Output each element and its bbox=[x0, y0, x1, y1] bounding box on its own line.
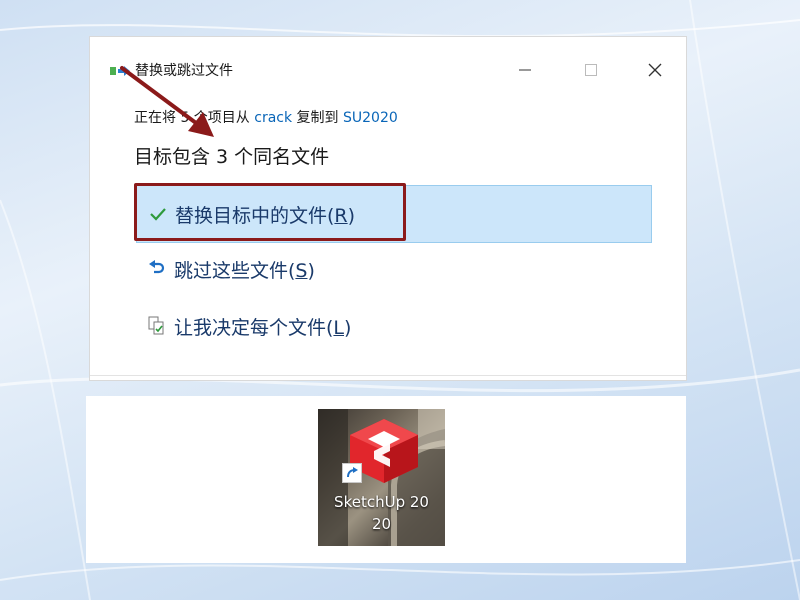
status-prefix: 正在将 5 个项目从 bbox=[134, 110, 255, 126]
replace-or-skip-dialog: 替换或跳过文件 正在将 5 个项目从 crack 复制到 SU2020 目标包含… bbox=[90, 37, 686, 380]
conflict-heading: 目标包含 3 个同名文件 bbox=[134, 146, 330, 168]
close-icon bbox=[648, 63, 662, 77]
dialog-title: 替换或跳过文件 bbox=[135, 63, 233, 79]
checkmark-icon bbox=[147, 203, 169, 225]
close-button[interactable] bbox=[640, 57, 670, 83]
maximize-icon bbox=[585, 64, 597, 76]
decide-each-file-option[interactable]: 让我决定每个文件(L) bbox=[136, 298, 652, 354]
skip-files-label: 跳过这些文件(S) bbox=[174, 259, 315, 282]
maximize-button[interactable] bbox=[576, 57, 606, 83]
title-bar[interactable]: 替换或跳过文件 bbox=[90, 37, 686, 87]
compare-files-icon bbox=[146, 315, 168, 337]
undo-arrow-icon bbox=[146, 258, 168, 280]
minimize-button[interactable] bbox=[510, 57, 540, 83]
caption-line-2: 20 bbox=[371, 515, 392, 533]
file-move-icon bbox=[110, 66, 130, 76]
dialog-bottom-divider bbox=[90, 375, 686, 376]
copy-status: 正在将 5 个项目从 crack 复制到 SU2020 bbox=[134, 107, 398, 127]
sketchup-desktop-shortcut[interactable]: SketchUp 20 20 bbox=[318, 409, 445, 546]
replace-files-label: 替换目标中的文件(R) bbox=[175, 204, 356, 227]
source-folder-link[interactable]: crack bbox=[254, 110, 292, 126]
destination-folder-link[interactable]: SU2020 bbox=[343, 110, 398, 126]
minimize-icon bbox=[519, 69, 531, 71]
status-middle: 复制到 bbox=[292, 110, 344, 126]
shortcut-caption: SketchUp 20 20 bbox=[318, 491, 445, 535]
replace-files-option[interactable]: 替换目标中的文件(R) bbox=[136, 185, 652, 243]
decide-each-file-label: 让我决定每个文件(L) bbox=[174, 316, 352, 339]
skip-files-option[interactable]: 跳过这些文件(S) bbox=[136, 241, 652, 297]
shortcut-arrow-icon bbox=[342, 463, 362, 483]
caption-line-1: SketchUp 20 bbox=[334, 493, 429, 511]
